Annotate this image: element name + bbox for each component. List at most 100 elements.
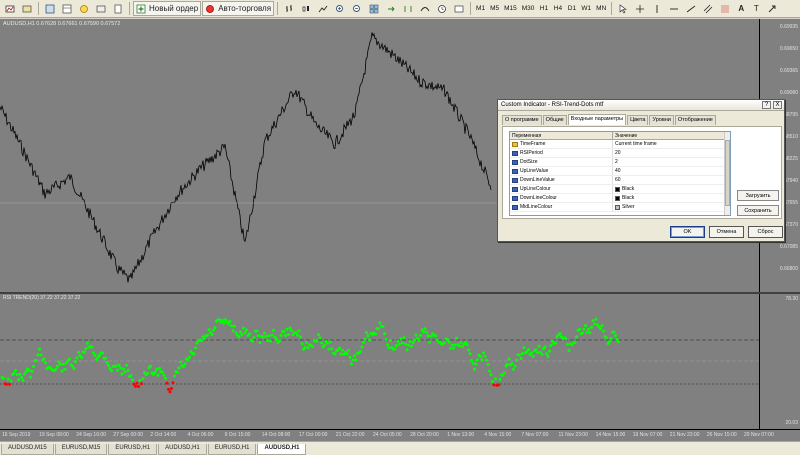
arrows-icon[interactable]: [764, 1, 780, 16]
save-button[interactable]: Сохранить: [737, 205, 779, 216]
rsi-title: RSI TREND(20) 37.22 37.22 37.22: [3, 295, 81, 301]
trendline-icon[interactable]: [683, 1, 699, 16]
param-row[interactable]: UpLineColour Black: [510, 185, 730, 194]
inputs-panel: Переменная Значение TimeFrame Current tim…: [502, 126, 782, 219]
param-value-cell[interactable]: 20: [613, 150, 730, 156]
param-row[interactable]: DownLineColour Black: [510, 194, 730, 203]
tab-about[interactable]: О программе: [502, 115, 542, 125]
market-watch-icon[interactable]: [42, 1, 58, 16]
candles-icon[interactable]: [298, 1, 314, 16]
price-label: 0.69650: [779, 46, 798, 52]
reset-button[interactable]: Сброс: [748, 226, 783, 238]
chart-tabs: AUDUSD,M15 EURUSD,M15 EURUSD,H1 AUDUSD,H…: [0, 441, 800, 455]
param-value-cell[interactable]: Black: [613, 195, 730, 201]
profiles-icon[interactable]: [19, 1, 35, 16]
price-label: 0.67085: [779, 244, 798, 250]
navigator-icon[interactable]: [76, 1, 92, 16]
rsi-indicator-pane[interactable]: RSI TREND(20) 37.22 37.22 37.22: [0, 294, 759, 429]
timeframe-m5[interactable]: M5: [488, 1, 501, 16]
line-chart-icon[interactable]: [315, 1, 331, 16]
param-value-cell[interactable]: Current time frame: [613, 141, 730, 147]
param-value-cell[interactable]: Black: [613, 186, 730, 192]
templates-icon[interactable]: [451, 1, 467, 16]
color-swatch: [615, 195, 620, 201]
cancel-button[interactable]: Отмена: [709, 226, 744, 238]
rsi-label: 20.03: [785, 420, 798, 426]
param-value-cell[interactable]: 40: [613, 168, 730, 174]
ok-button[interactable]: OK: [670, 226, 705, 238]
timeframe-mn[interactable]: MN: [594, 1, 608, 16]
periods-icon[interactable]: [434, 1, 450, 16]
rsi-dots: [0, 317, 759, 394]
data-window-icon[interactable]: [59, 1, 75, 16]
param-value: Black: [622, 195, 635, 201]
tab-audusd-m15[interactable]: AUDUSD,M15: [1, 444, 54, 455]
tab-audusd-h1[interactable]: AUDUSD,H1: [158, 444, 207, 455]
autoscroll-icon[interactable]: [383, 1, 399, 16]
tab-inputs[interactable]: Входные параметры: [567, 114, 627, 125]
scroll-thumb[interactable]: [725, 140, 730, 206]
horizontal-line-icon[interactable]: [666, 1, 682, 16]
param-row[interactable]: MidLineColour Silver: [510, 203, 730, 212]
param-row[interactable]: TimeFrame Current time frame: [510, 140, 730, 149]
zoom-in-icon[interactable]: [332, 1, 348, 16]
vertical-line-icon[interactable]: [649, 1, 665, 16]
new-order-button[interactable]: Новый ордер: [133, 1, 202, 16]
param-row[interactable]: DownLineValue 60: [510, 176, 730, 185]
time-axis[interactable]: 16 Sep 2019 19 Sep 08:00 24 Sep 16:00 27 Se…: [0, 429, 800, 441]
timeframe-w1[interactable]: W1: [579, 1, 593, 16]
indicators-icon[interactable]: [417, 1, 433, 16]
param-value-cell[interactable]: 2: [613, 159, 730, 165]
timeframe-d1[interactable]: D1: [565, 1, 578, 16]
time-label: 16 Sep 2019: [2, 432, 31, 438]
fibonacci-icon[interactable]: [717, 1, 733, 16]
cursor-icon[interactable]: [615, 1, 631, 16]
terminal-icon[interactable]: [93, 1, 109, 16]
tab-colors[interactable]: Цвета: [627, 115, 649, 125]
chart-shift-icon[interactable]: [400, 1, 416, 16]
column-variable[interactable]: Переменная: [510, 132, 613, 139]
crosshair-icon[interactable]: [632, 1, 648, 16]
time-label: 11 Nov 23:00: [558, 432, 588, 438]
new-chart-icon[interactable]: [2, 1, 18, 16]
timeframe-m1[interactable]: M1: [474, 1, 487, 16]
channel-icon[interactable]: [700, 1, 716, 16]
enum-param-icon: [512, 141, 518, 147]
tab-eurusd-m15[interactable]: EURUSD,M15: [54, 444, 108, 455]
tab-visualization[interactable]: Отображение: [674, 115, 716, 125]
tab-levels[interactable]: Уровни: [649, 115, 674, 125]
column-value[interactable]: Значение: [613, 132, 637, 139]
param-value-cell[interactable]: Silver: [613, 204, 730, 210]
help-button[interactable]: ?: [762, 101, 771, 109]
param-value-cell[interactable]: 60: [613, 177, 730, 183]
value-param-icon: [512, 168, 518, 174]
time-label: 7 Nov 07:00: [521, 432, 549, 438]
grid-scrollbar[interactable]: [724, 132, 730, 215]
param-name: UpLineColour: [520, 186, 551, 192]
dialog-titlebar[interactable]: Custom Indicator - RSI-Trend-Dots mtf ? …: [498, 100, 784, 111]
label-tool-icon[interactable]: T: [749, 1, 763, 16]
param-row[interactable]: DotSize 2: [510, 158, 730, 167]
zoom-out-icon[interactable]: [349, 1, 365, 16]
param-name: TimeFrame: [520, 141, 546, 147]
bar-chart-icon[interactable]: [281, 1, 297, 16]
close-button[interactable]: X: [773, 101, 782, 109]
text-tool-icon[interactable]: A: [734, 1, 748, 16]
tab-common[interactable]: Общие: [542, 115, 567, 125]
rsi-axis[interactable]: 78.30 20.03: [759, 294, 800, 429]
param-row[interactable]: RSIPeriod 20: [510, 149, 730, 158]
tab-audusd-h1-active[interactable]: AUDUSD,H1: [257, 444, 307, 455]
timeframe-h4[interactable]: H4: [551, 1, 564, 16]
tile-windows-icon[interactable]: [366, 1, 382, 16]
param-value: 40: [615, 168, 621, 174]
tester-icon[interactable]: [110, 1, 126, 16]
auto-trading-button[interactable]: Авто-торговля: [202, 1, 275, 16]
param-row[interactable]: UpLineValue 40: [510, 167, 730, 176]
timeframe-m15[interactable]: M15: [502, 1, 519, 16]
tab-eurusd-h1-2[interactable]: EURUSD,H1: [207, 444, 257, 455]
tab-eurusd-h1[interactable]: EURUSD,H1: [108, 444, 158, 455]
timeframe-m30[interactable]: M30: [520, 1, 537, 16]
timeframe-h1[interactable]: H1: [537, 1, 550, 16]
time-label: 19 Sep 08:00: [39, 432, 69, 438]
load-button[interactable]: Загрузить: [737, 190, 779, 201]
